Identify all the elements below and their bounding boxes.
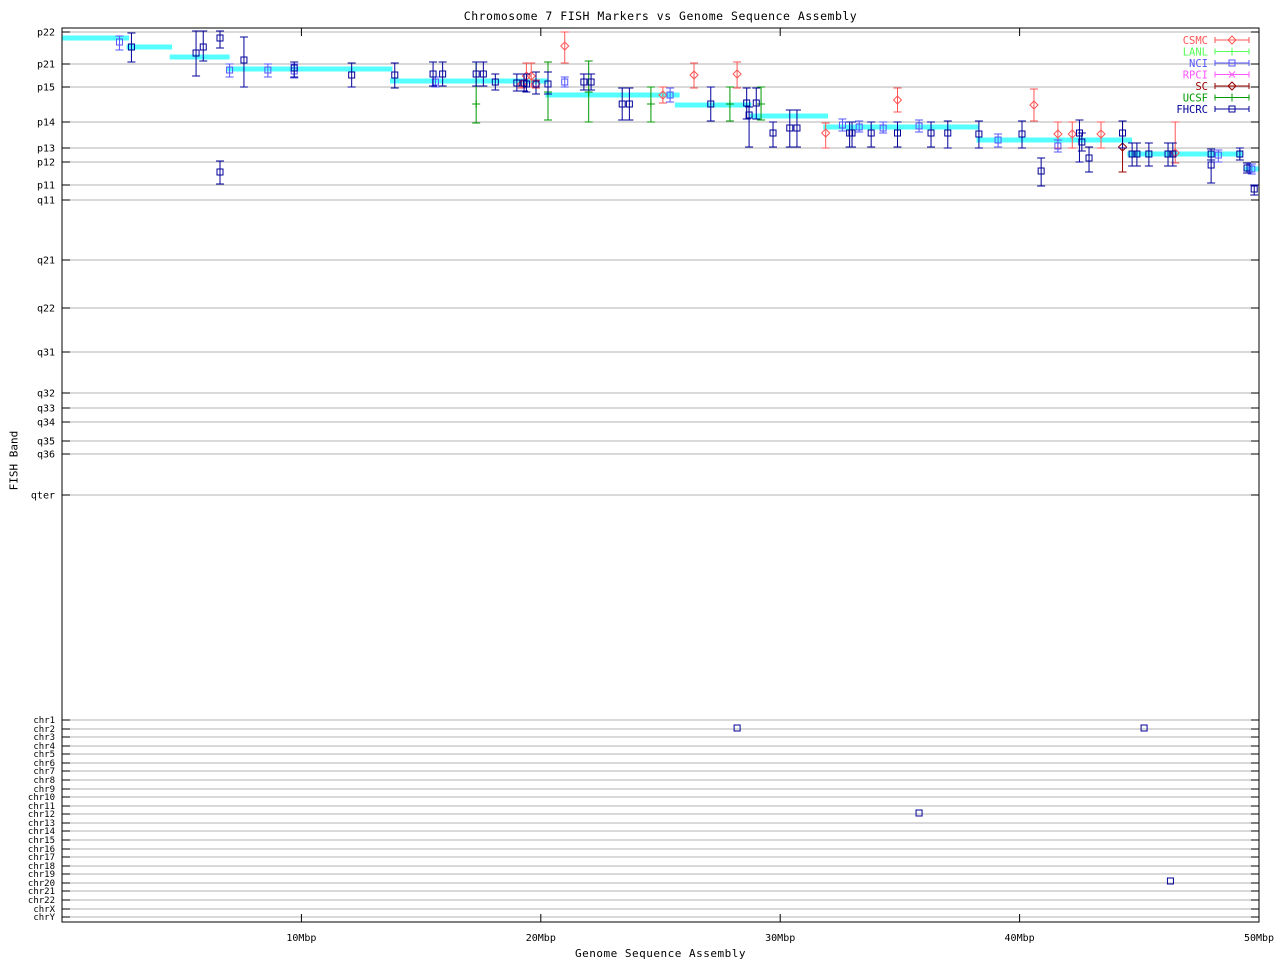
gridlines — [62, 31, 1259, 918]
x-tick-label: 30Mbp — [765, 933, 795, 944]
x-axis-label: Genome Sequence Assembly — [575, 947, 746, 960]
chart-canvas: p22 p21 p15 p14 p13 p12 p11 q11 q21 q22 q31 q32 q33 q… — [28, 27, 1274, 945]
legend-label: UCSF — [1183, 93, 1208, 105]
legend-label: LANL — [1183, 47, 1208, 59]
band-tick-label: q11 — [37, 196, 55, 207]
series-fhcrc — [127, 30, 1259, 885]
band-tick-label: q21 — [37, 256, 55, 267]
band-tick-label: q22 — [37, 304, 55, 315]
legend-entry: UCSF — [1183, 93, 1250, 105]
band-tick-label: q35 — [37, 437, 55, 448]
legend-label: RPCI — [1183, 70, 1208, 82]
legend-entry: CSMC — [1183, 35, 1250, 47]
legend-label: FHCRC — [1176, 104, 1208, 116]
band-tick-label: p21 — [37, 60, 55, 71]
legend-entry: FHCRC — [1176, 104, 1250, 116]
band-tick-label: q32 — [37, 389, 55, 400]
axis-tick-labels: p22 p21 p15 p14 p13 p12 p11 q11 q21 q22 q31 q32 q33 q… — [28, 28, 1274, 945]
band-tick-label: p13 — [37, 144, 55, 155]
band-tick-label: p22 — [37, 28, 55, 39]
chart-title: Chromosome 7 FISH Markers vs Genome Sequ… — [463, 9, 858, 23]
chr-tick-label: chrY — [33, 913, 55, 923]
point-marker — [1140, 724, 1148, 732]
legend-entry: RPCI — [1183, 70, 1250, 82]
legend-entry: LANL — [1183, 47, 1250, 59]
legend-label: NCI — [1189, 58, 1208, 70]
x-tick-label: 50Mbp — [1244, 933, 1274, 944]
series-ucsf — [472, 60, 766, 124]
x-tick-label: 40Mbp — [1005, 933, 1035, 944]
point-marker — [915, 809, 923, 817]
y-axis-label: FISH Band — [7, 430, 21, 491]
band-tick-label: q36 — [37, 450, 55, 461]
band-tick-label: p15 — [37, 83, 55, 94]
x-tick-label: 20Mbp — [526, 933, 556, 944]
legend: CSMCLANLNCIRPCISCUCSFFHCRC — [1176, 35, 1250, 116]
band-tick-label: q34 — [37, 418, 55, 429]
point-marker — [733, 724, 741, 732]
legend-label: SC — [1195, 81, 1208, 93]
x-tick-label: 10Mbp — [286, 933, 316, 944]
band-tick-label: qter — [31, 491, 55, 502]
band-tick-label: p11 — [37, 181, 55, 192]
fish-marker-chart: p22 p21 p15 p14 p13 p12 p11 q11 q21 q22 q31 q32 q33 q… — [0, 0, 1280, 960]
legend-label: CSMC — [1183, 35, 1208, 47]
band-tick-label: q33 — [37, 404, 55, 415]
band-tick-label: q31 — [37, 348, 55, 359]
band-tick-label: p14 — [37, 118, 55, 129]
band-tick-label: p12 — [37, 158, 55, 169]
